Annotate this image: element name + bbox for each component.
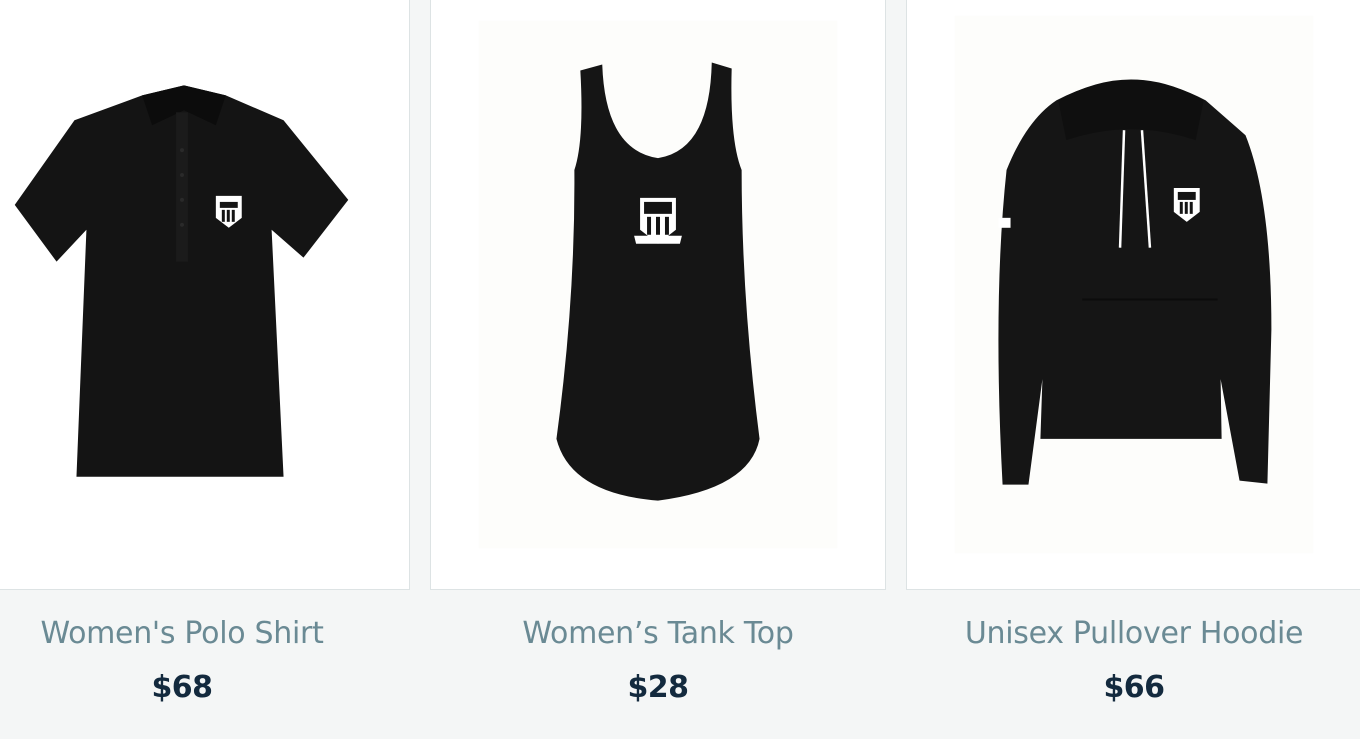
product-name[interactable]: Women's Polo Shirt bbox=[0, 616, 410, 651]
product-card-tank-top[interactable]: Women’s Tank Top $28 bbox=[430, 0, 886, 739]
product-price: $66 bbox=[1103, 670, 1165, 705]
hoodie-icon bbox=[954, 15, 1314, 554]
tank-top-icon bbox=[478, 20, 838, 549]
polo-shirt-icon bbox=[0, 0, 409, 589]
product-name[interactable]: Women’s Tank Top bbox=[430, 616, 886, 651]
product-price: $68 bbox=[151, 670, 213, 705]
product-image[interactable] bbox=[430, 0, 886, 590]
product-image[interactable] bbox=[0, 0, 410, 590]
product-name[interactable]: Unisex Pullover Hoodie bbox=[906, 616, 1360, 651]
product-price: $28 bbox=[627, 670, 689, 705]
product-image[interactable] bbox=[906, 0, 1360, 590]
product-card-polo[interactable]: Women's Polo Shirt $68 bbox=[0, 0, 410, 739]
product-card-hoodie[interactable]: Unisex Pullover Hoodie $66 bbox=[906, 0, 1360, 739]
